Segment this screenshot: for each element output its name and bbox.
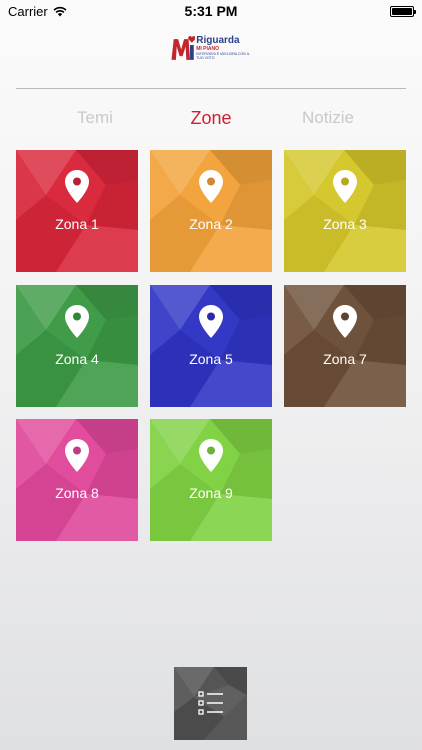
tile-background [16,285,138,407]
map-pin-icon [333,305,357,338]
zone-label: Zona 2 [189,216,233,232]
logo-mark [171,36,196,60]
zone-tile[interactable]: Zona 7 [284,285,406,407]
tab-zone[interactable]: Zone [151,108,271,129]
tab-bar: Temi Zone Notizie [0,108,422,134]
map-pin-icon [199,305,223,338]
map-pin-icon [65,439,89,472]
tile-background [16,419,138,541]
map-pin-icon [65,305,89,338]
zone-tile[interactable]: Zona 5 [150,285,272,407]
tile-background [284,285,406,407]
zone-label: Zona 4 [55,351,99,367]
tile-background [16,150,138,272]
logo-tagline: INTERVIENI E MIGLIORA CON IL TUO VOTO [196,52,250,60]
zone-tile[interactable]: Zona 8 [16,419,138,541]
zone-tile[interactable]: Zona 4 [16,285,138,407]
map-pin-icon [199,170,223,203]
zone-label: Zona 5 [189,351,233,367]
zone-tile[interactable]: Zona 1 [16,150,138,272]
list-icon [198,691,223,715]
zone-label: Zona 9 [189,485,233,501]
zone-label: Zona 8 [55,485,99,501]
tile-background [150,285,272,407]
app-logo: Riguarda MI PIANO INTERVIENI E MIGLIORA … [170,27,250,69]
battery-icon [389,5,416,17]
tile-background [150,419,272,541]
map-pin-icon [65,170,89,203]
logo-name: Riguarda [196,35,240,46]
logo-text: Riguarda MI PIANO INTERVIENI E MIGLIORA … [196,36,250,60]
tab-temi[interactable]: Temi [35,108,155,128]
map-pin-icon [199,439,223,472]
zone-tile[interactable]: Zona 9 [150,419,272,541]
tile-background [150,150,272,272]
zone-label: Zona 3 [323,216,367,232]
map-pin-icon [333,170,357,203]
zone-label: Zona 1 [55,216,99,232]
status-bar: Carrier 5:31 PM [0,0,422,22]
header-divider [16,88,406,89]
carrier-label: Carrier [8,3,48,19]
list-view-button[interactable] [174,667,247,740]
status-right [284,5,416,17]
wifi-icon [53,6,67,16]
tab-notizie[interactable]: Notizie [268,108,388,128]
zone-label: Zona 7 [323,351,367,367]
status-left: Carrier [8,4,138,19]
tile-background [284,150,406,272]
zone-tile[interactable]: Zona 2 [150,150,272,272]
zone-tile[interactable]: Zona 3 [284,150,406,272]
status-time: 5:31 PM [184,3,238,19]
